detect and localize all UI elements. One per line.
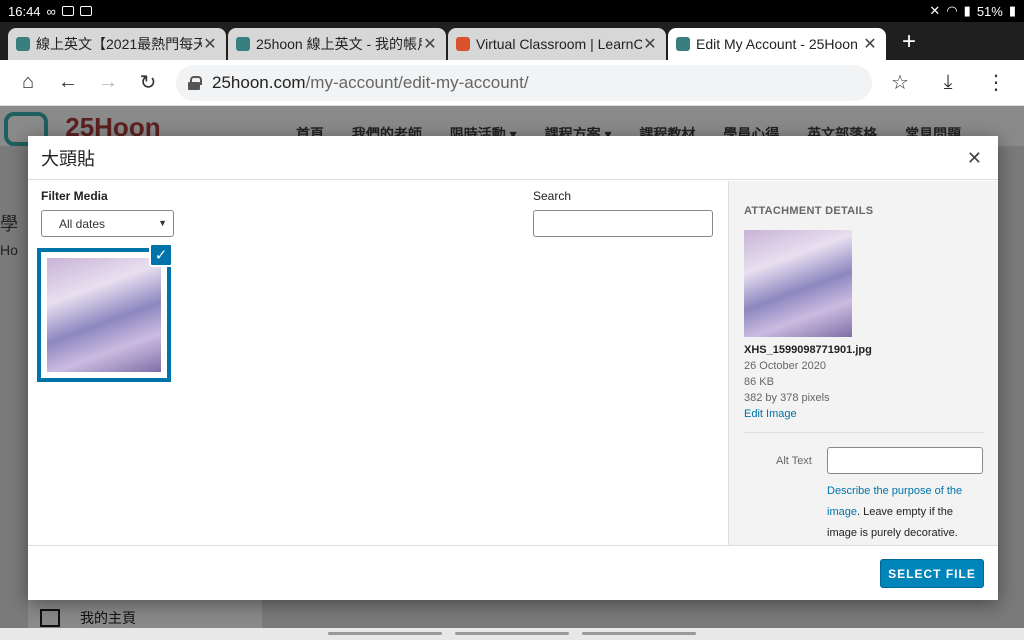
close-tab-icon[interactable]: ✕ (862, 34, 878, 54)
menu-item-label: 我的主頁 (80, 610, 136, 626)
tab-title: 25hoon 線上英文 - 我的帳戶 (256, 36, 422, 52)
date-filter-value: All dates (59, 216, 106, 231)
close-tab-icon[interactable]: ✕ (642, 34, 658, 54)
browser-tab-1[interactable]: 線上英文【2021最熱門每天 ✕ (8, 28, 226, 60)
home-icon[interactable]: ⌂ (8, 63, 48, 103)
new-tab-button[interactable]: + (902, 28, 916, 56)
battery-icon: ▮ (1008, 3, 1016, 18)
tab-title: Edit My Account - 25Hoon (696, 36, 858, 52)
wifi-icon: ◠ (946, 3, 958, 18)
status-bar: 16:44 ∞ ✕ ◠ ▮ 51% ▮ (0, 0, 1024, 22)
infinity-icon: ∞ (46, 3, 56, 19)
house-icon (40, 609, 60, 627)
attachment-dimensions: 382 by 378 pixels (744, 392, 830, 404)
back-icon[interactable]: ← (48, 63, 88, 103)
notification-icon (79, 6, 92, 16)
chevron-down-icon: ▼ (158, 218, 167, 228)
forward-icon[interactable]: → (88, 63, 128, 103)
close-tab-icon[interactable]: ✕ (202, 34, 218, 54)
media-browser: Filter Media All dates ▼ Search ✓ (28, 181, 728, 545)
download-icon[interactable]: ⤓ (928, 63, 968, 103)
search-input[interactable] (533, 210, 713, 237)
browser-tab-4[interactable]: Edit My Account - 25Hoon ✕ (668, 28, 886, 60)
attachment-details-panel: ATTACHMENT DETAILS XHS_1599098771901.jpg… (728, 181, 998, 545)
reload-icon[interactable]: ↻ (128, 63, 168, 103)
system-nav-bar (0, 628, 1024, 640)
browser-tab-3[interactable]: Virtual Classroom | LearnCube ✕ (448, 28, 666, 60)
attachment-details-heading: ATTACHMENT DETAILS (744, 205, 874, 217)
breadcrumb-partial: Ho (0, 242, 18, 258)
browser-toolbar: ⌂ ← → ↻ 25hoon.com /my-account/edit-my-a… (0, 60, 1024, 106)
youtube-icon (61, 6, 74, 16)
site-favicon (236, 37, 250, 51)
checkmark-icon[interactable]: ✓ (149, 243, 173, 267)
address-bar[interactable]: 25hoon.com /my-account/edit-my-account/ (176, 64, 872, 101)
attachment-filename: XHS_1599098771901.jpg (744, 344, 872, 356)
alt-text-input[interactable] (827, 447, 983, 474)
url-host: 25hoon.com (212, 72, 306, 92)
alt-text-label: Alt Text (776, 455, 812, 467)
lock-icon (188, 75, 202, 90)
search-label: Search (533, 189, 572, 203)
select-file-button[interactable]: SELECT FILE (880, 559, 984, 588)
attachment-date: 26 October 2020 (744, 360, 826, 372)
close-icon[interactable]: ✕ (967, 148, 982, 169)
site-favicon (16, 37, 30, 51)
learncube-favicon (456, 37, 470, 51)
site-favicon (676, 37, 690, 51)
media-item-thumbnail[interactable]: ✓ (37, 243, 173, 382)
attachment-image (47, 258, 161, 372)
modal-title: 大頭貼 (41, 148, 95, 169)
nav-home-pill[interactable] (455, 632, 569, 635)
page-heading-partial: 學 (0, 214, 18, 234)
url-path: /my-account/edit-my-account/ (305, 72, 529, 92)
date-filter-select[interactable]: All dates ▼ (41, 210, 174, 237)
tab-title: 線上英文【2021最熱門每天 (36, 36, 202, 52)
tab-title: Virtual Classroom | LearnCube (476, 36, 642, 52)
browser-tab-2[interactable]: 25hoon 線上英文 - 我的帳戶 ✕ (228, 28, 446, 60)
mute-icon: ✕ (929, 3, 941, 18)
edit-image-link[interactable]: Edit Image (744, 408, 797, 420)
status-time: 16:44 (8, 3, 41, 19)
divider (744, 432, 984, 433)
attachment-preview-image (744, 230, 852, 337)
attachment-size: 86 KB (744, 376, 774, 388)
filter-media-label: Filter Media (41, 189, 108, 203)
close-tab-icon[interactable]: ✕ (422, 34, 438, 54)
modal-header: 大頭貼 ✕ (28, 136, 998, 180)
media-modal: 大頭貼 ✕ Filter Media All dates ▼ Search ✓ … (28, 136, 998, 600)
battery-level: 51% (976, 3, 1003, 19)
nav-recents-pill[interactable] (328, 632, 442, 635)
menu-icon[interactable]: ⋮ (976, 63, 1016, 103)
nav-back-pill[interactable] (582, 632, 696, 635)
signal-icon: ▮ (963, 3, 971, 18)
alt-text-description: Describe the purpose of the image. Leave… (827, 481, 983, 544)
bookmark-star-icon[interactable]: ☆ (880, 63, 920, 103)
tab-strip: 線上英文【2021最熱門每天 ✕ 25hoon 線上英文 - 我的帳戶 ✕ Vi… (0, 22, 1024, 60)
modal-footer: SELECT FILE (28, 545, 998, 600)
